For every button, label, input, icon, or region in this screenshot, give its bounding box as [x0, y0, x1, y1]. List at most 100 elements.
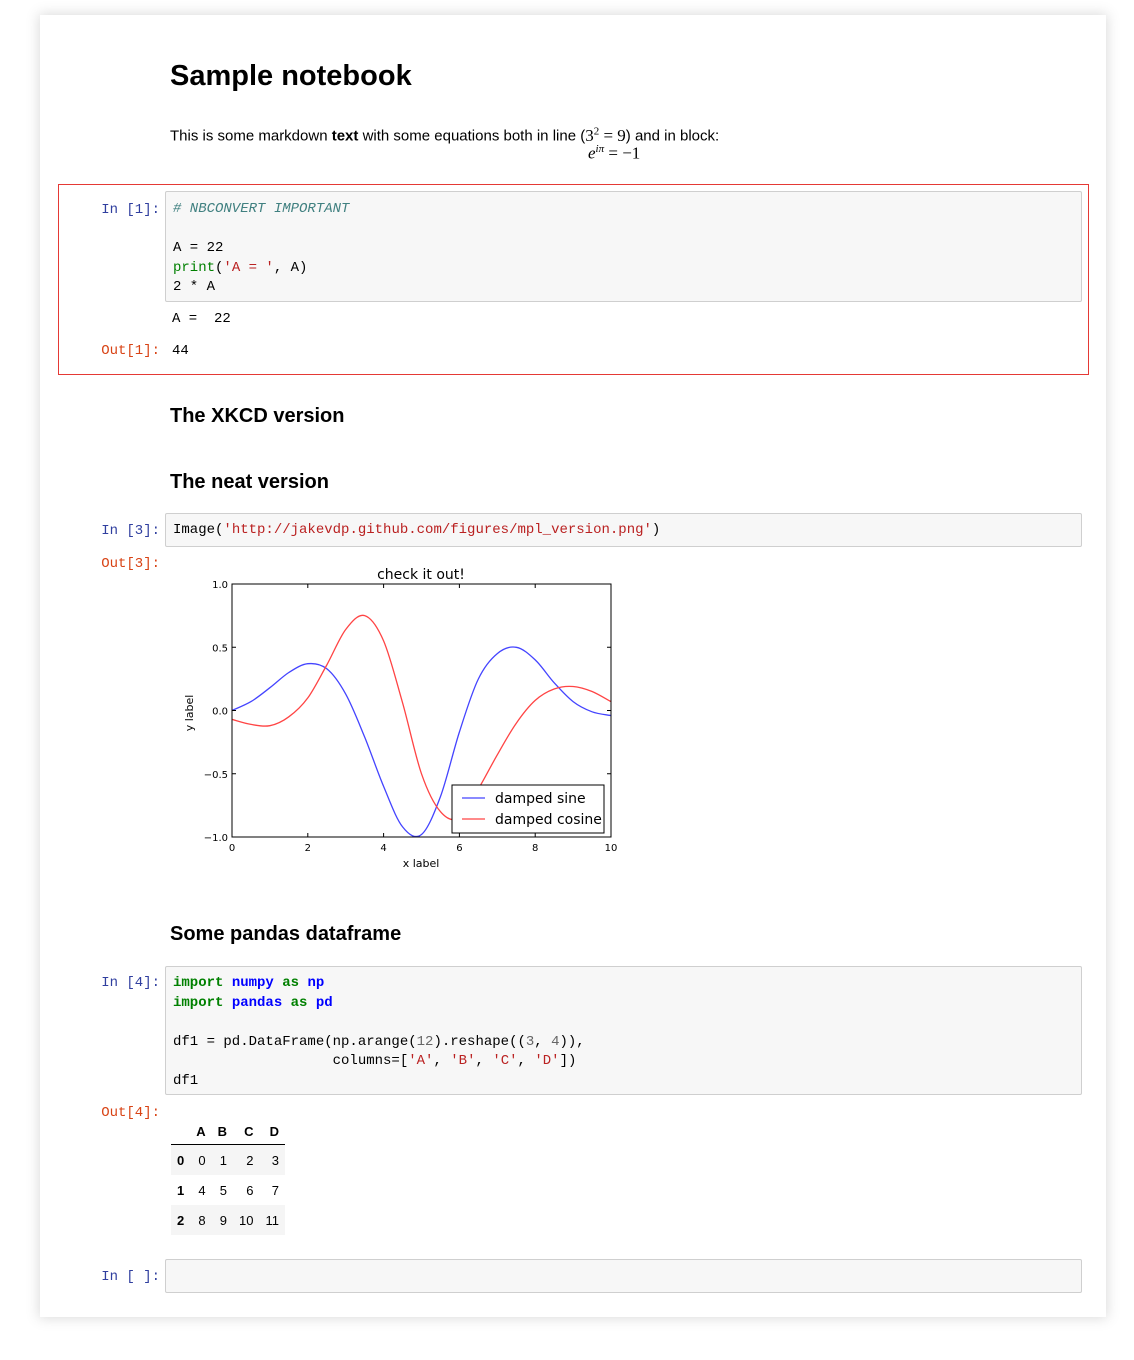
prompt-in-4: In [4]: — [101, 975, 160, 991]
table-cell: 9 — [219, 1212, 228, 1228]
code-lines-4: import numpy as np import pandas as pd d… — [173, 974, 585, 1091]
line-chart: check it out! 0 2 4 6 8 10 1.0 0.5 0.0 −0.5 −1.0 da… — [183, 567, 618, 870]
code-image-close: ) — [651, 522, 661, 538]
x-axis-label: x label — [403, 857, 440, 870]
table-row: 2 8 9 10 11 — [171, 1205, 285, 1235]
y-axis-label: y label — [183, 695, 196, 732]
y-tick-label: −1.0 — [204, 833, 228, 844]
code-df-c: , — [534, 1033, 552, 1050]
table-cell: 1 — [219, 1152, 228, 1168]
code-print-fn: print — [173, 259, 216, 276]
x-tick-label: 2 — [305, 843, 311, 854]
code-image-url: 'http://jakevdp.github.com/figures/mpl_v… — [223, 522, 652, 538]
code-col-b: 'B' — [450, 1053, 476, 1069]
code-col-a: 'A' — [408, 1053, 434, 1069]
column-header: C — [233, 1118, 260, 1145]
block-math-base: e — [588, 143, 596, 163]
heading-neat: The neat version — [170, 471, 329, 493]
row-index: 2 — [177, 1212, 185, 1228]
prompt-in-3: In [3]: — [101, 523, 160, 539]
code-df-b: ).reshape(( — [433, 1033, 526, 1050]
x-tick-label: 8 — [532, 843, 538, 854]
table-cell: 7 — [271, 1182, 279, 1198]
code-cols-a: columns=[ — [173, 1053, 409, 1069]
code-col-d: 'D' — [534, 1053, 560, 1069]
result-1: 44 — [172, 343, 189, 359]
code-col-c: 'C' — [492, 1053, 518, 1069]
intro-text-a: This is some markdown — [170, 127, 332, 145]
legend-label-2: damped cosine — [495, 812, 602, 828]
code-cols-end: ]) — [559, 1053, 577, 1069]
table-cell: 10 — [239, 1212, 254, 1228]
legend-label-1: damped sine — [495, 791, 586, 807]
dataframe-output: A B C D 0 0 1 2 3 1 4 5 6 7 2 8 9 10 11 — [171, 1118, 285, 1235]
code-num-4: 4 — [551, 1033, 560, 1050]
prompt-in-empty: In [ ]: — [101, 1269, 160, 1285]
x-tick-label: 0 — [229, 843, 235, 854]
table-cell: 11 — [265, 1212, 279, 1228]
y-tick-label: 1.0 — [212, 580, 228, 591]
code-sep-1: , — [433, 1053, 451, 1069]
column-header: B — [211, 1118, 234, 1145]
heading-xkcd: The XKCD version — [170, 405, 345, 427]
prompt-out-4: Out[4]: — [101, 1105, 160, 1121]
code-image-fn: Image( — [173, 522, 224, 538]
alias-pd: pd — [315, 994, 333, 1011]
inline-math-rest: = 9 — [599, 125, 626, 145]
code-df1: df1 — [173, 1072, 199, 1089]
kw-as-2: as — [290, 994, 308, 1011]
code-mult: 2 * A — [173, 279, 216, 295]
code-assign: A = 22 — [173, 240, 224, 256]
table-cell: 3 — [271, 1152, 279, 1168]
table-cell: 8 — [198, 1212, 206, 1228]
intro-text-b: with some equations both in line ( — [358, 127, 586, 145]
column-header: A — [190, 1118, 212, 1145]
y-tick-label: −0.5 — [204, 770, 228, 781]
index-header — [171, 1118, 191, 1145]
code-input-empty[interactable] — [165, 1259, 1082, 1293]
prompt-out-1: Out[1]: — [101, 343, 160, 359]
prompt-out-3: Out[3]: — [101, 556, 160, 572]
table-row: 0 0 1 2 3 — [171, 1144, 285, 1175]
code-num-12: 12 — [416, 1033, 434, 1050]
prompt-in-1: In [1]: — [101, 202, 160, 218]
x-tick-label: 4 — [380, 843, 386, 854]
code-print-rest: , A) — [273, 259, 308, 276]
table-row: 1 4 5 6 7 — [171, 1175, 285, 1205]
page-title: Sample notebook — [170, 60, 412, 92]
code-lines-3: Image('http://jakevdp.github.com/figures… — [173, 521, 660, 541]
dataframe-table: A B C D 0 0 1 2 3 1 4 5 6 7 2 8 9 10 11 — [171, 1118, 285, 1235]
table-header-row: A B C D — [171, 1118, 285, 1145]
column-header: D — [259, 1118, 285, 1145]
x-tick-label: 6 — [456, 843, 462, 854]
mod-numpy: numpy — [231, 975, 274, 991]
code-input-1[interactable]: # NBCONVERT IMPORTANT A = 22 print('A = … — [165, 191, 1082, 302]
table-cell: 0 — [198, 1152, 206, 1168]
heading-pandas: Some pandas dataframe — [170, 923, 402, 945]
chart-plot-area: 0 2 4 6 8 10 1.0 0.5 0.0 −0.5 −1.0 damped sine dampe… — [204, 580, 618, 854]
code-sep-3: , — [517, 1053, 535, 1069]
block-math: eiπ = −1 — [588, 143, 640, 164]
code-sep-2: , — [475, 1053, 493, 1069]
code-df-a: df1 = pd.DataFrame(np.arange( — [173, 1033, 417, 1050]
intro-bold: text — [331, 127, 359, 145]
alias-np: np — [307, 975, 325, 991]
code-lines-1: # NBCONVERT IMPORTANT A = 22 print('A = … — [173, 200, 349, 298]
kw-import-1: import — [173, 975, 224, 991]
y-tick-label: 0.0 — [212, 707, 228, 718]
stdout-1: A = 22 — [172, 311, 231, 327]
kw-import-2: import — [173, 994, 224, 1011]
code-input-4[interactable]: import numpy as np import pandas as pd d… — [165, 966, 1082, 1095]
block-math-exp: iπ — [595, 143, 605, 155]
code-comment: # NBCONVERT IMPORTANT — [173, 201, 350, 217]
block-math-rest: = −1 — [604, 143, 641, 163]
table-cell: 4 — [198, 1182, 206, 1198]
kw-as-1: as — [282, 975, 300, 991]
table-cell: 5 — [219, 1182, 228, 1198]
x-tick-label: 10 — [605, 843, 618, 854]
code-input-3[interactable]: Image('http://jakevdp.github.com/figures… — [165, 513, 1082, 547]
notebook-page: Sample notebook This is some markdown te… — [40, 15, 1106, 1317]
mod-pandas: pandas — [231, 994, 283, 1011]
table-cell: 6 — [246, 1182, 254, 1198]
row-index: 1 — [177, 1182, 185, 1198]
